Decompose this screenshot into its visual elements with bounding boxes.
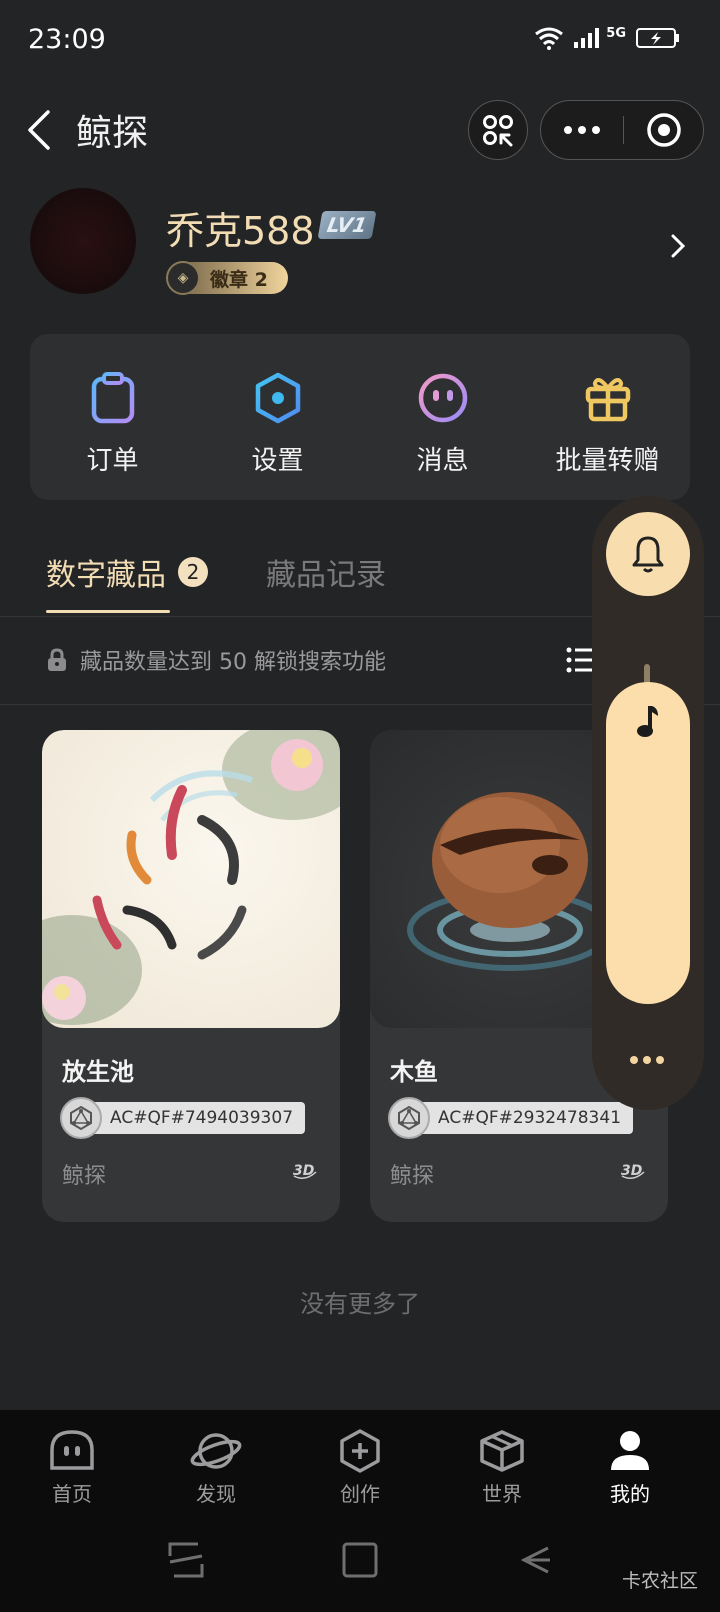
planet-icon <box>190 1433 242 1469</box>
chain-id-text: AC#QF#2932478341 <box>418 1102 634 1134</box>
nav-label: 创作 <box>340 1482 380 1506</box>
panel-more-button[interactable] <box>630 1056 664 1064</box>
back-nav-icon[interactable] <box>514 1540 554 1580</box>
card-brand: 鲸探 <box>390 1164 435 1189</box>
bell-icon <box>632 536 664 573</box>
status-time: 23:09 <box>28 24 106 55</box>
settings-hexagon-icon <box>250 370 306 426</box>
bottom-nav: 首页 发现 创作 世界 我的 <box>0 1410 720 1612</box>
lock-notice-text: 藏品数量达到 50 解锁搜索功能 <box>80 650 386 675</box>
more-options-button[interactable] <box>541 126 623 134</box>
chevron-right-icon[interactable] <box>668 232 688 260</box>
order-clipboard-icon <box>85 370 141 426</box>
list-view-icon[interactable] <box>566 646 592 674</box>
tab-collection-records[interactable]: 藏品记录 <box>266 550 386 594</box>
menu-label: 批量转赠 <box>555 446 660 476</box>
page-title: 鲸探 <box>76 113 149 154</box>
nav-mine[interactable]: 我的 <box>580 1428 680 1507</box>
menu-item-messages[interactable]: 消息 <box>360 334 525 500</box>
signal-icon <box>574 28 600 48</box>
music-note-icon <box>637 706 658 737</box>
avatar[interactable] <box>30 188 136 294</box>
battery-icon <box>636 28 679 48</box>
lock-icon <box>48 648 66 671</box>
badge-pill[interactable]: ◈ 徽章 2 <box>166 261 288 295</box>
collectible-card[interactable]: 放生池 AC#QF#7494039307 鲸探 3D <box>42 730 340 1222</box>
lock-notice: 藏品数量达到 50 解锁搜索功能 <box>46 644 386 676</box>
wifi-icon <box>535 27 564 50</box>
collectible-image-koi-pond <box>42 730 340 1028</box>
menu-label: 订单 <box>86 446 139 476</box>
nav-home[interactable]: 首页 <box>22 1428 122 1507</box>
blockchain-icon <box>388 1097 430 1139</box>
nav-label: 首页 <box>52 1482 92 1506</box>
create-plus-icon <box>340 1429 380 1473</box>
message-face-icon <box>415 370 471 426</box>
username: 乔克588 <box>166 209 315 253</box>
level-badge: LV1 <box>317 211 377 239</box>
status-icons: 5G <box>534 26 680 50</box>
tab-label: 数字藏品 <box>46 558 166 593</box>
3d-icon: 3D <box>293 1163 317 1179</box>
miniprogram-capsule <box>540 100 704 160</box>
badge-label: 徽章 2 <box>210 268 268 291</box>
user-icon <box>611 1431 649 1470</box>
home-face-icon <box>50 1430 94 1470</box>
tab-underline <box>46 610 170 613</box>
watermark: 卡农社区 <box>621 1570 698 1592</box>
cube-box-icon <box>480 1430 524 1472</box>
gift-icon <box>580 370 636 426</box>
network-type: 5G <box>606 25 626 41</box>
blockchain-icon <box>60 1097 102 1139</box>
tab-count-badge: 2 <box>178 557 208 587</box>
nav-label: 世界 <box>482 1482 522 1506</box>
bell-button[interactable] <box>606 512 690 596</box>
badge-medal-icon: ◈ <box>166 261 200 295</box>
nav-world[interactable]: 世界 <box>452 1428 552 1507</box>
close-miniprogram-button[interactable] <box>624 112 703 148</box>
chain-id-tag: AC#QF#7494039307 <box>60 1097 306 1139</box>
back-arrow-icon[interactable] <box>22 108 58 152</box>
card-brand: 鲸探 <box>62 1164 107 1189</box>
home-square-icon[interactable] <box>340 1540 380 1580</box>
menu-item-settings[interactable]: 设置 <box>195 334 360 500</box>
menu-item-batch-gift[interactable]: 批量转赠 <box>525 334 690 500</box>
menu-label: 设置 <box>251 446 304 476</box>
nav-create[interactable]: 创作 <box>310 1428 410 1507</box>
chain-id-text: AC#QF#7494039307 <box>90 1102 306 1134</box>
3d-icon: 3D <box>621 1163 645 1179</box>
card-title: 放生池 <box>62 1058 134 1086</box>
nav-label: 我的 <box>610 1482 650 1506</box>
menu-item-orders[interactable]: 订单 <box>30 334 195 500</box>
scan-icon <box>483 115 513 147</box>
recent-apps-icon[interactable] <box>166 1540 206 1580</box>
nav-discover[interactable]: 发现 <box>166 1428 266 1507</box>
chain-id-tag: AC#QF#2932478341 <box>388 1097 634 1139</box>
tab-digital-collectibles[interactable]: 数字藏品 2 <box>46 550 208 594</box>
scan-button[interactable] <box>468 100 528 160</box>
quick-menu-card: 订单 设置 消息 批量转赠 <box>30 334 690 500</box>
no-more-text: 没有更多了 <box>300 1290 420 1318</box>
nav-label: 发现 <box>196 1482 236 1506</box>
target-icon <box>646 113 681 147</box>
card-title: 木鱼 <box>390 1058 438 1086</box>
menu-label: 消息 <box>416 446 469 476</box>
